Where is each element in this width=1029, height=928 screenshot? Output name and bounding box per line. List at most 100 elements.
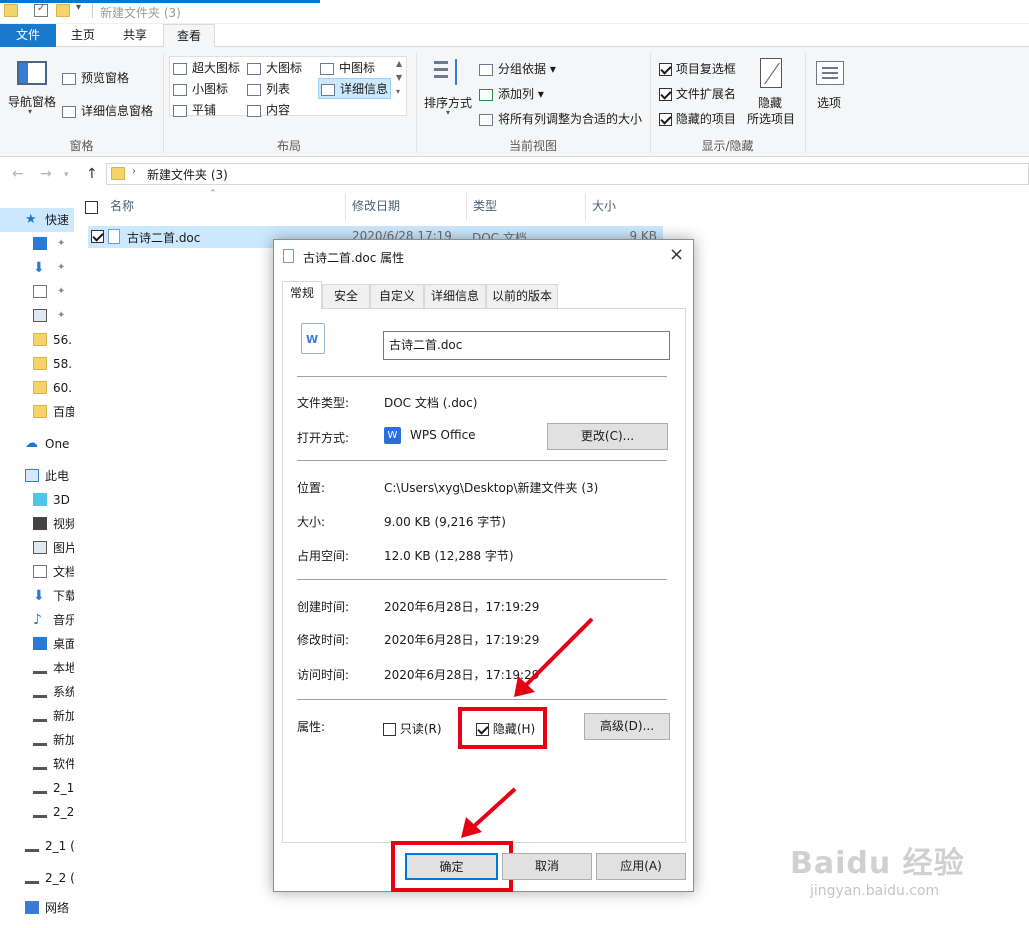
properties-icon[interactable]: ✓ — [34, 3, 48, 17]
nav-pc-item[interactable]: 3D — [0, 488, 74, 512]
breadcrumb-current[interactable]: 新建文件夹 (3) — [147, 166, 228, 183]
tab-custom[interactable]: 自定义 — [370, 284, 424, 308]
column-separator[interactable] — [466, 193, 467, 221]
nav-pc-item[interactable]: 新加 — [0, 728, 74, 752]
ok-button[interactable]: 确定 — [405, 853, 498, 880]
change-button[interactable]: 更改(C)... — [547, 423, 668, 450]
column-header-type[interactable]: 类型 — [473, 193, 497, 219]
hidden-label: 隐藏(H) — [492, 722, 536, 736]
file-extensions-checkbox[interactable] — [659, 88, 672, 101]
fit-columns-button[interactable]: 将所有列调整为合适的大小 — [479, 110, 642, 127]
nav-item-folder[interactable]: 60. — [0, 376, 74, 400]
nav-pc-item[interactable]: 系统 — [0, 680, 74, 704]
nav-item-documents[interactable]: ✦ — [0, 280, 74, 304]
advanced-button[interactable]: 高级(D)... — [584, 713, 670, 740]
tab-security[interactable]: 安全 — [322, 284, 370, 308]
nav-pc-item[interactable]: ⬇ 下载 — [0, 584, 74, 608]
hidden-items-toggle[interactable]: 隐藏的项目 — [659, 110, 736, 127]
layout-large[interactable]: 大图标 — [247, 59, 302, 76]
add-column-button[interactable]: 添加列 ▾ — [479, 85, 544, 102]
nav-item-pictures[interactable]: ✦ — [0, 304, 74, 328]
layout-list[interactable]: 列表 — [247, 80, 290, 97]
close-icon[interactable]: × — [669, 244, 684, 265]
tab-share[interactable]: 共享 — [110, 24, 160, 47]
file-extensions-toggle[interactable]: 文件扩展名 — [659, 85, 736, 102]
forward-arrow-icon[interactable]: → — [40, 166, 52, 182]
hidden-items-checkbox[interactable] — [659, 113, 672, 126]
hidden-checkbox[interactable] — [476, 723, 489, 736]
file-type-value: DOC 文档 (.doc) — [384, 396, 478, 410]
select-all-checkbox[interactable] — [85, 201, 98, 214]
hide-selected-label-2[interactable]: 所选项目 — [747, 110, 795, 127]
hidden-option[interactable]: 隐藏(H) — [476, 720, 535, 737]
nav-item-folder[interactable]: 56. — [0, 328, 74, 352]
layout-extra-large[interactable]: 超大图标 — [173, 59, 240, 76]
new-folder-icon[interactable] — [56, 4, 70, 17]
up-arrow-icon[interactable]: ↑ — [86, 166, 98, 182]
layout-content[interactable]: 内容 — [247, 101, 290, 118]
tab-details[interactable]: 详细信息 — [424, 284, 486, 308]
preview-pane-button[interactable]: 预览窗格 — [62, 69, 129, 86]
recent-dropdown-icon[interactable]: ▾ — [64, 170, 69, 180]
layout-scroll-icon[interactable]: ▲ ▼ ▾ — [396, 57, 402, 99]
nav-pc-item[interactable]: 新加 — [0, 704, 74, 728]
readonly-checkbox[interactable] — [383, 723, 396, 736]
nav-quick-access[interactable]: ★ 快速 — [0, 208, 74, 232]
tab-previous-versions[interactable]: 以前的版本 — [486, 284, 558, 308]
column-header-size[interactable]: 大小 — [592, 193, 616, 219]
options-button[interactable]: 选项 — [817, 94, 841, 111]
layout-medium[interactable]: 中图标 — [320, 59, 375, 76]
tab-file[interactable]: 文件 — [0, 24, 56, 47]
nav-drive[interactable]: 2_1 ( — [0, 834, 74, 858]
details-pane-button[interactable]: 详细信息窗格 — [62, 102, 153, 119]
layout-small[interactable]: 小图标 — [173, 80, 228, 97]
column-separator[interactable] — [585, 193, 586, 221]
column-separator[interactable] — [345, 193, 346, 221]
desktop-icon — [33, 637, 47, 650]
nav-this-pc[interactable]: 此电 — [0, 464, 74, 488]
nav-item-folder[interactable]: 58. — [0, 352, 74, 376]
pin-icon: ✦ — [57, 238, 66, 249]
nav-pc-item[interactable]: 2_2 — [0, 800, 74, 824]
apply-button[interactable]: 应用(A) — [596, 853, 686, 880]
drive-icon — [33, 685, 47, 698]
row-checkbox[interactable] — [91, 230, 104, 243]
nav-network[interactable]: 网络 — [0, 896, 74, 920]
disk-size-label: 占用空间: — [297, 549, 350, 563]
cancel-button[interactable]: 取消 — [502, 853, 592, 880]
layout-tiles[interactable]: 平铺 — [173, 101, 216, 118]
tab-view[interactable]: 查看 — [163, 24, 216, 48]
column-header-name[interactable]: 名称 — [110, 193, 134, 219]
nav-pc-item-label: 音乐 — [53, 613, 74, 627]
nav-pc-item[interactable]: 2_1 — [0, 776, 74, 800]
3d-objects-icon — [33, 493, 47, 506]
quick-access-dropdown-icon[interactable]: ▾ — [76, 2, 81, 13]
column-header-modified[interactable]: 修改日期 — [352, 193, 400, 219]
tab-general[interactable]: 常规 — [282, 281, 322, 309]
item-checkboxes-checkbox[interactable] — [659, 63, 672, 76]
item-checkboxes-toggle[interactable]: 项目复选框 — [659, 60, 736, 77]
nav-pc-item-label: 软件 — [53, 757, 74, 771]
nav-pc-item[interactable]: 桌面 — [0, 632, 74, 656]
nav-pc-item[interactable]: 文档 — [0, 560, 74, 584]
dialog-title-bar[interactable]: 古诗二首.doc 属性 × — [274, 240, 693, 274]
address-bar[interactable] — [106, 163, 1029, 185]
filename-input[interactable]: 古诗二首.doc — [383, 331, 670, 360]
nav-item-folder[interactable]: 百度 — [0, 400, 74, 424]
nav-drive[interactable]: 2_2 ( — [0, 866, 74, 890]
nav-pc-item[interactable]: ♪ 音乐 — [0, 608, 74, 632]
nav-item-downloads[interactable]: ⬇ ✦ — [0, 256, 74, 280]
tab-home[interactable]: 主页 — [58, 24, 108, 47]
readonly-option[interactable]: 只读(R) — [383, 720, 442, 737]
nav-pc-item[interactable]: 本地 — [0, 656, 74, 680]
nav-onedrive[interactable]: ☁ One — [0, 432, 74, 456]
group-by-button[interactable]: 分组依据 ▾ — [479, 60, 556, 77]
nav-pc-item[interactable]: 视频 — [0, 512, 74, 536]
layout-details[interactable]: 详细信息 — [318, 78, 392, 99]
back-arrow-icon[interactable]: ← — [12, 166, 24, 182]
nav-item-desktop[interactable]: ✦ — [0, 232, 74, 256]
hide-selected-label-1[interactable]: 隐藏 — [758, 94, 782, 111]
nav-pc-item[interactable]: 软件 — [0, 752, 74, 776]
nav-pc-item[interactable]: 图片 — [0, 536, 74, 560]
content-icon — [247, 104, 261, 117]
